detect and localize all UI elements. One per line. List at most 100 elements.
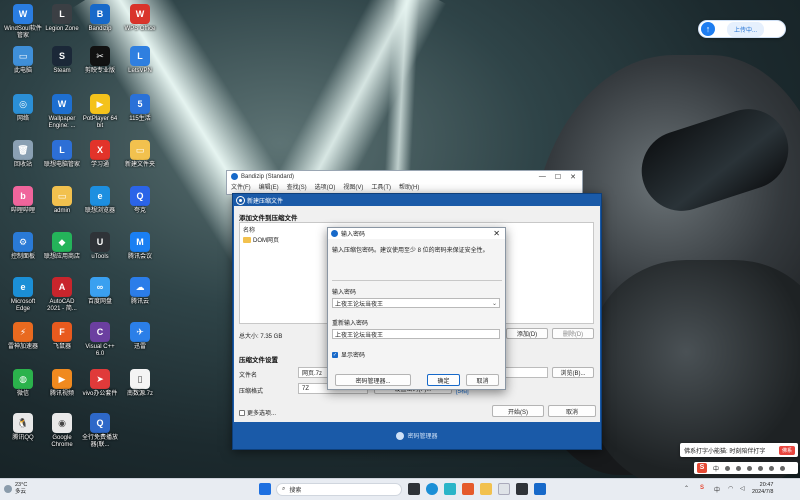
desktop-icon[interactable]: X 学习通 — [81, 140, 119, 169]
desktop-icon[interactable]: ➤ vivo办公套件 — [81, 369, 119, 398]
microphone-icon[interactable] — [747, 465, 753, 471]
column-header-name[interactable]: 名称 — [243, 225, 255, 234]
desktop-icon[interactable]: ◎ 网络 — [4, 94, 42, 123]
add-button[interactable]: 添加(D) — [506, 328, 548, 339]
more-options-toggle[interactable]: 更多选项... — [239, 408, 276, 417]
sogou-icon[interactable]: S — [697, 463, 707, 473]
ime-toolbar[interactable]: S 中 — [694, 462, 798, 474]
menu-file[interactable]: 文件(F) — [231, 182, 251, 191]
ime-indicator[interactable]: 中 — [714, 485, 720, 494]
keyboard-icon[interactable] — [758, 465, 764, 471]
grid-icon[interactable] — [780, 465, 786, 471]
desktop-icon[interactable]: M 腾讯会议 — [121, 232, 159, 261]
menu-view[interactable]: 视图(V) — [343, 182, 363, 191]
desktop-icon[interactable]: ◉ Google Chrome — [43, 413, 81, 449]
ok-button[interactable]: 确定 — [427, 374, 460, 386]
bandizip-taskbar-icon[interactable] — [534, 483, 546, 495]
desktop-icon[interactable]: ▭ admin — [43, 186, 81, 215]
menu-help[interactable]: 帮助(H) — [399, 182, 419, 191]
close-button[interactable]: ✕ — [570, 173, 576, 181]
show-password-toggle[interactable]: ✓ 显示密码 — [332, 350, 365, 359]
volume-icon[interactable]: ◁ — [740, 485, 745, 492]
menu-find[interactable]: 查找(S) — [287, 182, 307, 191]
notification-bubble[interactable]: 佛系打字小能猫: 时刻陪伴打字 佛系 — [680, 443, 798, 457]
moon-icon[interactable] — [725, 465, 731, 471]
menu-tools[interactable]: 工具(T) — [371, 182, 391, 191]
chevron-down-icon[interactable]: ⌄ — [492, 300, 499, 307]
desktop-icon[interactable]: UuTools — [81, 232, 119, 261]
chevron-up-icon[interactable]: ⌃ — [684, 485, 689, 492]
desktop-icon[interactable]: ▶ PotPlayer 64 bit — [81, 94, 119, 130]
password-input[interactable]: 上夜王论坛当夜王 ⌄ — [332, 298, 500, 308]
desktop-icon[interactable]: S Steam — [43, 46, 81, 75]
start-icon[interactable] — [259, 483, 271, 495]
sogou-tray-icon[interactable]: S — [700, 485, 704, 491]
clock[interactable]: 20:47 2024/7/8 — [752, 482, 773, 496]
desktop-icon[interactable]: ⚙ 控制面板 — [4, 232, 42, 261]
app-icon[interactable] — [462, 483, 474, 495]
desktop-icon[interactable]: ✂ 剪映专业版 — [81, 46, 119, 75]
desktop-icon[interactable]: A AutoCAD 2021 - 简... — [43, 277, 81, 313]
password-dialog-titlebar[interactable]: 输入密码 ✕ — [328, 228, 505, 239]
password-manager-footer[interactable]: 密码管理器 — [233, 422, 601, 449]
file-explorer-icon[interactable] — [480, 483, 492, 495]
start-button[interactable]: 开始(S) — [492, 405, 544, 417]
confirm-password-input[interactable]: 上夜王论坛当夜王 — [332, 329, 500, 339]
cancel-button[interactable]: 取消 — [466, 374, 499, 386]
more-options-checkbox[interactable] — [239, 409, 245, 416]
desktop-icon[interactable]: ◍ 微信 — [4, 369, 42, 398]
desktop-icon[interactable]: e Microsoft Edge — [4, 277, 42, 313]
app-icon[interactable] — [498, 483, 510, 495]
menu-options[interactable]: 选项(O) — [315, 182, 336, 191]
desktop-icon[interactable]: ▯ 南数源.7z — [121, 369, 159, 398]
desktop-icon[interactable]: ▶ 腾讯视频 — [43, 369, 81, 398]
desktop-icon[interactable]: L 联想电脑管家 — [43, 140, 81, 169]
weather-widget[interactable]: 23°C 多云 — [4, 482, 27, 496]
edge-icon[interactable] — [426, 483, 438, 495]
desktop-icon[interactable]: 5 115生活 — [121, 94, 159, 123]
desktop-icon[interactable]: W WPS Office — [121, 4, 159, 33]
desktop-icon[interactable]: ✈ 迅雷 — [121, 322, 159, 351]
desktop-icon[interactable]: Q 夸克 — [121, 186, 159, 215]
menu-edit[interactable]: 编辑(E) — [259, 182, 279, 191]
skin-icon[interactable] — [769, 465, 775, 471]
desktop-icon[interactable]: ◆ 联想应用商店 — [43, 232, 81, 261]
desktop-icon[interactable]: C Visual C++ 6.0 — [81, 322, 119, 358]
task-view-icon[interactable] — [408, 483, 420, 495]
desktop-icon[interactable]: L LetsVPN — [121, 46, 159, 75]
ime-lang[interactable]: 中 — [713, 464, 719, 473]
minimize-button[interactable]: — — [539, 173, 546, 181]
desktop-icon[interactable]: 🐧 腾讯QQ — [4, 413, 42, 442]
desktop-icon[interactable]: ⚡ 雷神加速器 — [4, 322, 42, 351]
desktop-icon[interactable]: W WindSoul软件管家 — [4, 4, 42, 40]
desktop-icon[interactable]: B Bandizip — [81, 4, 119, 33]
store-icon[interactable] — [444, 483, 456, 495]
cancel-button[interactable]: 取消 — [548, 405, 596, 417]
notification-text: 佛系打字小能猫: 时刻陪伴打字 — [684, 448, 766, 455]
desktop-icon[interactable]: ∞ 百度网盘 — [81, 277, 119, 306]
utools-icon[interactable] — [516, 483, 528, 495]
desktop-icon[interactable]: F 飞鼠器 — [43, 322, 81, 351]
upload-widget[interactable]: ↑ 上传中... — [698, 20, 786, 38]
close-icon[interactable]: ✕ — [493, 229, 505, 238]
checkbox-checked-icon[interactable]: ✓ — [332, 351, 338, 358]
wifi-icon[interactable]: ◠ — [728, 485, 733, 492]
password-manager-button[interactable]: 密码管理器... — [335, 374, 411, 386]
bandizip-titlebar[interactable]: Bandizip (Standard) — ☐ ✕ — [227, 171, 582, 182]
desktop-icon[interactable]: ▭ 此电脑 — [4, 46, 42, 75]
list-item[interactable]: DOM网页 — [243, 235, 279, 244]
desktop-icon[interactable]: b 哔哩哔哩 — [4, 186, 42, 215]
desktop-icon[interactable]: W Wallpaper Engine: ... — [43, 94, 81, 130]
desktop-icon[interactable]: 🗑 回收站 — [4, 140, 42, 169]
browse-button[interactable]: 浏览(B)... — [552, 367, 594, 378]
punctuation-icon[interactable] — [736, 465, 742, 471]
create-archive-titlebar[interactable]: 新建压缩文件 — [233, 194, 601, 206]
desktop-icon[interactable]: Q 全行免费播放器(联... — [81, 413, 119, 449]
desktop-icon[interactable]: L Legion Zone — [43, 4, 81, 33]
maximize-button[interactable]: ☐ — [555, 173, 561, 181]
desktop-icon[interactable]: ☁ 腾讯云 — [121, 277, 159, 306]
search-box[interactable]: ⌕ 搜索 — [276, 483, 402, 496]
desktop-icon[interactable]: ▭ 新建文件夹 — [121, 140, 159, 169]
desktop-icon[interactable]: e 联想浏览器 — [81, 186, 119, 215]
delete-button[interactable]: 删除(D) — [552, 328, 594, 339]
